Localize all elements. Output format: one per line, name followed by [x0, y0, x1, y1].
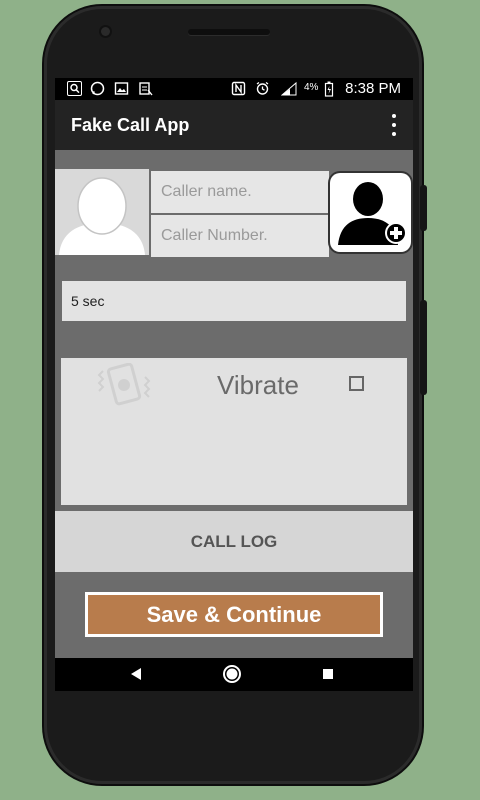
whatsapp-icon: [90, 81, 105, 96]
person-placeholder-icon: [59, 177, 145, 255]
home-icon[interactable]: [222, 664, 242, 684]
volume-button: [420, 300, 427, 395]
battery-icon: [321, 81, 336, 97]
navigation-bar: [55, 658, 413, 691]
signal-icon: [280, 81, 297, 96]
status-bar: 4% 8:38 PM: [55, 78, 413, 100]
front-camera: [101, 27, 110, 36]
caller-photo[interactable]: [55, 169, 149, 255]
vibrate-checkbox[interactable]: [349, 376, 364, 391]
caller-name-field[interactable]: [151, 171, 329, 213]
power-button: [420, 185, 427, 231]
app-bar: Fake Call App: [55, 100, 413, 150]
alarm-icon: [255, 81, 270, 96]
search-icon: [67, 81, 82, 96]
caller-number-field[interactable]: [151, 215, 329, 257]
more-vert-icon[interactable]: [389, 114, 399, 136]
nfc-icon: [231, 81, 246, 96]
save-continue-button[interactable]: Save & Continue: [85, 592, 383, 637]
vibrate-panel: Vibrate: [61, 358, 407, 505]
call-log-button[interactable]: CALL LOG: [55, 511, 413, 572]
recents-icon[interactable]: [322, 668, 334, 680]
vibrate-phone-icon: [97, 363, 151, 406]
app-screen: 4% 8:38 PM Fake Call App 5 sec: [55, 78, 413, 691]
app-icon: [138, 81, 153, 96]
gallery-icon: [114, 81, 129, 96]
vibrate-label: Vibrate: [217, 370, 299, 400]
delay-selector[interactable]: 5 sec: [62, 281, 406, 321]
back-icon[interactable]: [129, 667, 143, 681]
app-title: Fake Call App: [71, 115, 190, 135]
earpiece-speaker: [188, 29, 270, 35]
add-contact-button[interactable]: [330, 173, 411, 252]
battery-percent: 4%: [304, 82, 319, 93]
add-person-icon: [338, 182, 407, 245]
clock: 8:38 PM: [345, 80, 401, 97]
